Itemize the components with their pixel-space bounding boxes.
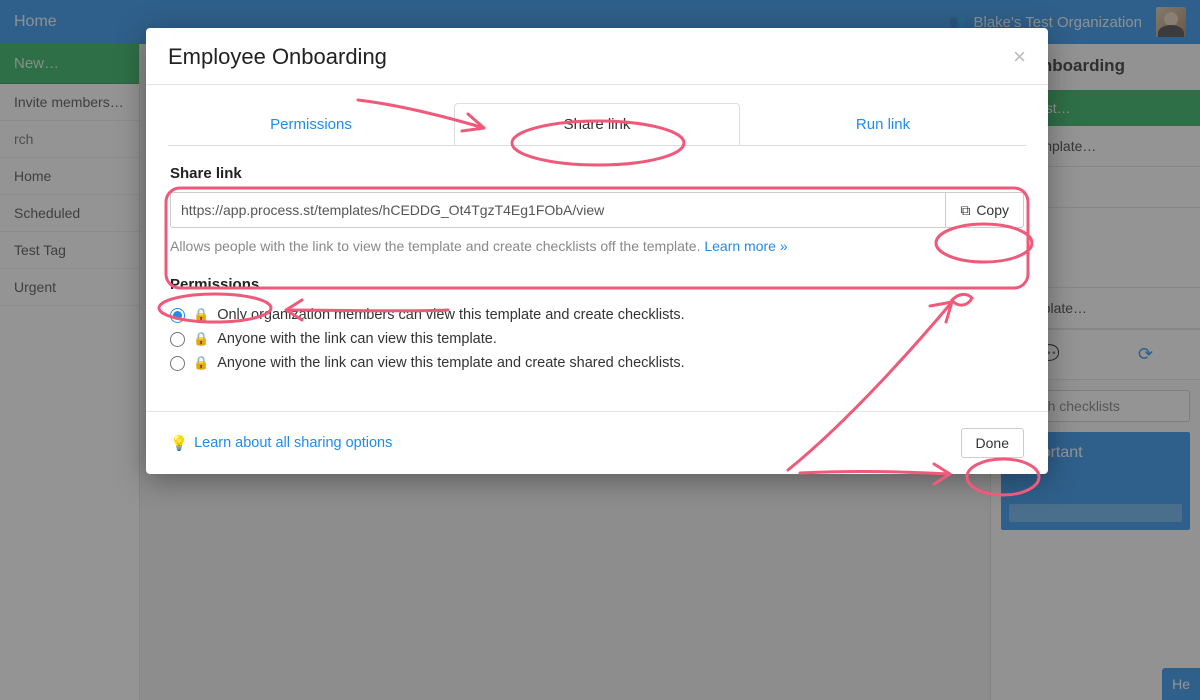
share-link-input[interactable]	[170, 192, 945, 228]
lightbulb-icon: 💡	[170, 435, 188, 452]
home-link[interactable]: Home	[14, 13, 57, 31]
perm-label-1: Only organization members can view this …	[217, 307, 684, 323]
tab-share-link[interactable]: Share link	[454, 103, 740, 146]
sidebar-home[interactable]: Home	[0, 158, 139, 195]
perm-label-3: Anyone with the link can view this templ…	[217, 355, 684, 371]
sidebar-test-tag[interactable]: Test Tag	[0, 232, 139, 269]
search-fragment[interactable]: rch	[0, 121, 139, 158]
sidebar-urgent[interactable]: Urgent	[0, 269, 139, 306]
close-icon[interactable]: ×	[1013, 44, 1026, 70]
copy-icon: ⧉	[960, 202, 970, 219]
tab-run-link[interactable]: Run link	[740, 103, 1026, 146]
copy-label: Copy	[976, 202, 1009, 218]
perm-radio-3[interactable]	[170, 356, 185, 371]
help-button[interactable]: He	[1162, 668, 1200, 700]
modal-tabs: Permissions Share link Run link	[168, 103, 1026, 146]
sidebar: New… Invite members… rch Home Scheduled …	[0, 44, 140, 700]
new-button[interactable]: New…	[0, 44, 139, 84]
share-link-hint: Allows people with the link to view the …	[170, 238, 1024, 254]
invite-members[interactable]: Invite members…	[0, 84, 139, 121]
sidebar-scheduled[interactable]: Scheduled	[0, 195, 139, 232]
done-button[interactable]: Done	[961, 428, 1024, 458]
refresh-icon[interactable]: ⟳	[1138, 344, 1153, 365]
share-link-heading: Share link	[170, 165, 1024, 182]
lock-icon: 🔒	[193, 307, 209, 323]
permissions-heading: Permissions	[170, 276, 1024, 293]
perm-option-members-only[interactable]: 🔒 Only organization members can view thi…	[170, 303, 1024, 327]
copy-button[interactable]: ⧉ Copy	[945, 192, 1024, 228]
lock-icon: 🔒	[193, 331, 209, 347]
avatar[interactable]	[1156, 7, 1186, 37]
perm-option-view-create[interactable]: 🔒 Anyone with the link can view this tem…	[170, 351, 1024, 375]
tab-permissions[interactable]: Permissions	[168, 103, 454, 146]
perm-label-2: Anyone with the link can view this templ…	[217, 331, 497, 347]
learn-sharing-link[interactable]: 💡 Learn about all sharing options	[170, 435, 392, 452]
lock-icon: 🔒	[193, 355, 209, 371]
perm-option-view-only[interactable]: 🔒 Anyone with the link can view this tem…	[170, 327, 1024, 351]
share-modal: Employee Onboarding × Permissions Share …	[146, 28, 1048, 474]
learn-more-link[interactable]: Learn more »	[704, 238, 787, 254]
perm-radio-1[interactable]	[170, 308, 185, 323]
important-progress	[1009, 504, 1182, 522]
modal-title: Employee Onboarding	[168, 44, 387, 70]
perm-radio-2[interactable]	[170, 332, 185, 347]
